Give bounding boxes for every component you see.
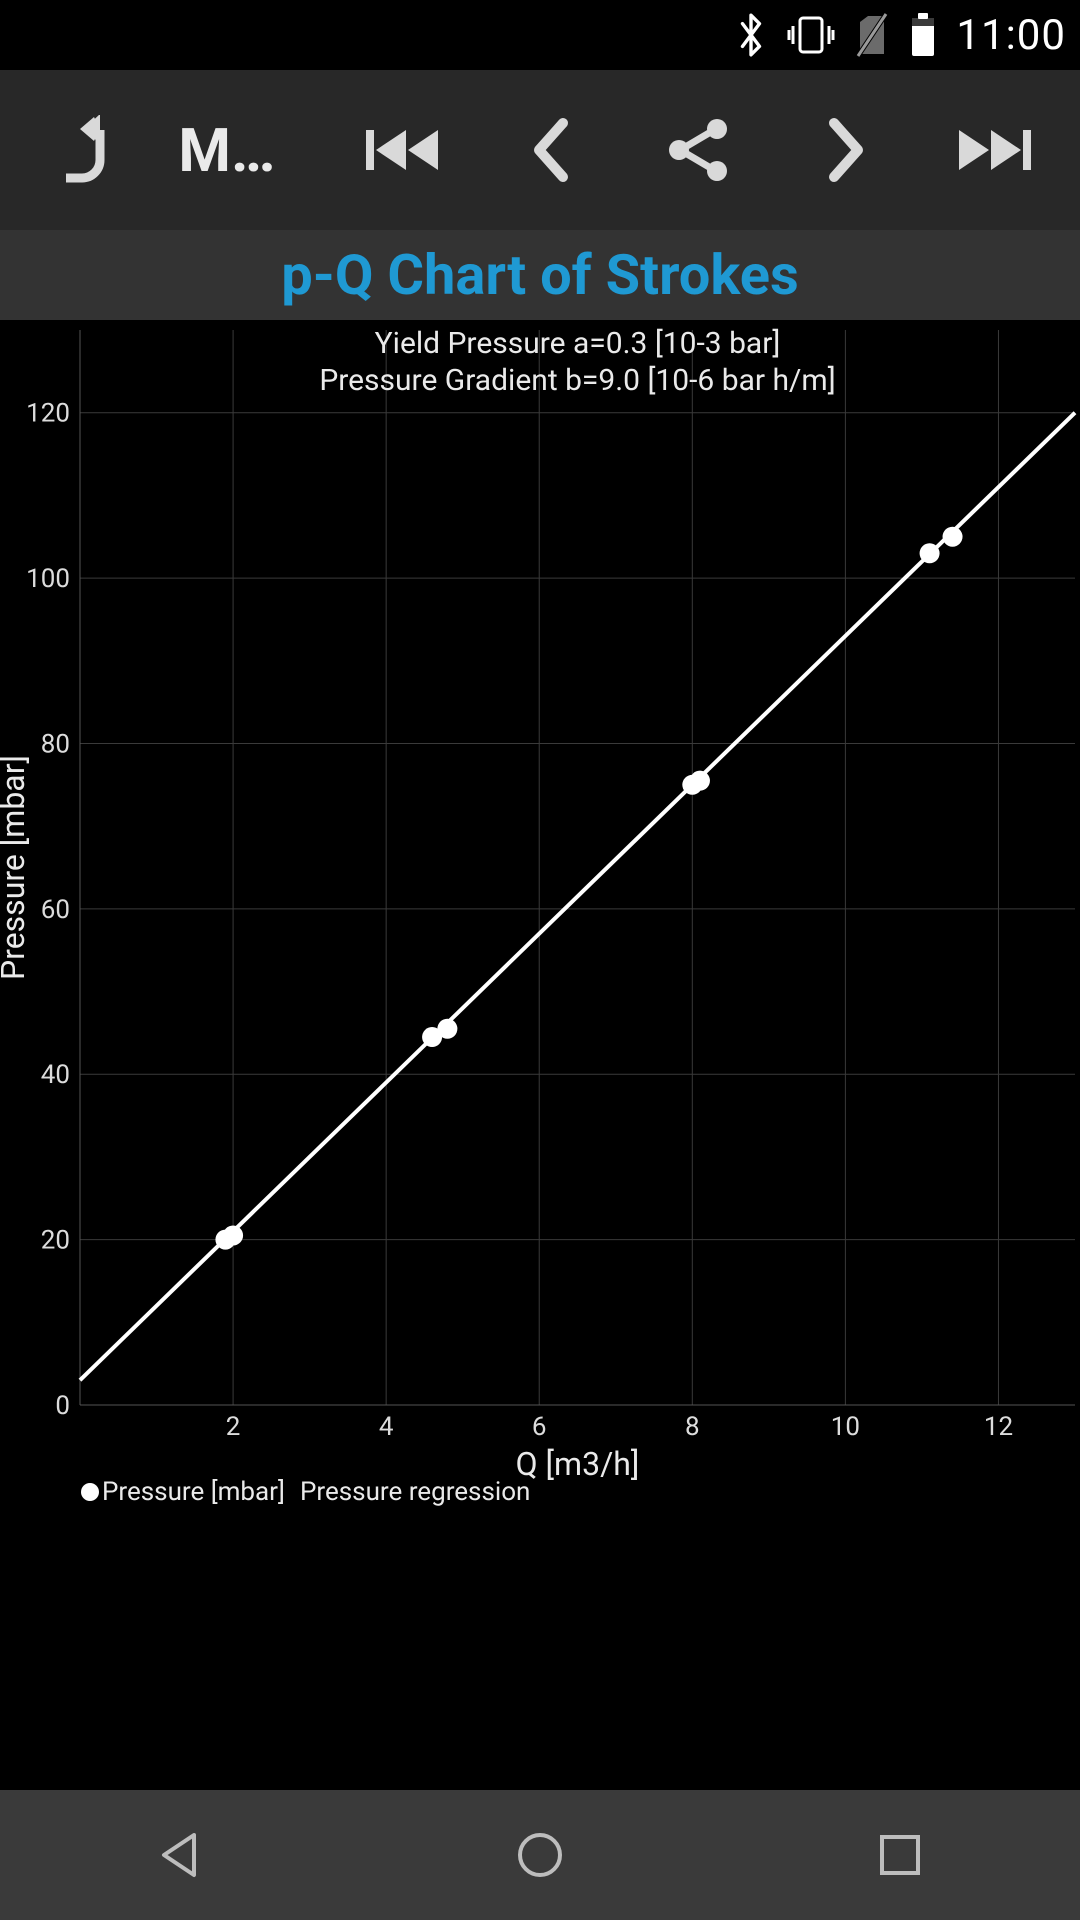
legend-marker-points (81, 1483, 99, 1501)
battery-icon (908, 12, 938, 58)
status-time: 11:00 (956, 11, 1066, 60)
page-title: p-Q Chart of Strokes (281, 242, 798, 308)
skip-back-button[interactable] (347, 100, 457, 200)
app-toolbar: M… (0, 70, 1080, 230)
y-tick-label: 40 (41, 1060, 70, 1090)
no-sim-icon (854, 12, 890, 58)
nav-home-button[interactable] (440, 1805, 640, 1905)
x-tick-label: 12 (984, 1412, 1013, 1442)
y-tick-label: 120 (26, 399, 70, 429)
chart-subtitle-2: Pressure Gradient b=9.0 [10-6 bar h/m] (319, 363, 835, 398)
y-tick-label: 60 (41, 895, 70, 925)
y-tick-label: 100 (26, 564, 70, 594)
back-button[interactable] (30, 100, 140, 200)
data-point (943, 527, 963, 547)
y-tick-label: 20 (41, 1226, 70, 1256)
x-tick-label: 8 (685, 1412, 700, 1442)
x-tick-label: 2 (226, 1412, 241, 1442)
pq-chart[interactable]: 24681012020406080100120Yield Pressure a=… (0, 320, 1080, 1520)
x-tick-label: 10 (831, 1412, 860, 1442)
x-tick-label: 4 (379, 1412, 394, 1442)
data-point (690, 771, 710, 791)
prev-button[interactable] (495, 100, 605, 200)
y-tick-label: 80 (41, 729, 70, 759)
legend-label-line: Pressure regression (300, 1477, 530, 1507)
data-point (920, 543, 940, 563)
y-axis-label: Pressure [mbar] (0, 755, 32, 980)
vibrate-icon (786, 12, 836, 58)
menu-label[interactable]: M… (178, 115, 308, 186)
skip-forward-button[interactable] (940, 100, 1050, 200)
chart-container: 24681012020406080100120Yield Pressure a=… (0, 320, 1080, 1810)
y-tick-label: 0 (55, 1391, 70, 1421)
bluetooth-icon (734, 12, 768, 58)
legend-label-points: Pressure [mbar] (102, 1477, 285, 1507)
share-button[interactable] (643, 100, 753, 200)
system-nav-bar (0, 1790, 1080, 1920)
chart-subtitle-1: Yield Pressure a=0.3 [10-3 bar] (375, 326, 781, 361)
status-bar: 11:00 (0, 0, 1080, 70)
data-point (437, 1019, 457, 1039)
nav-recent-button[interactable] (800, 1805, 1000, 1905)
page-title-bar: p-Q Chart of Strokes (0, 230, 1080, 320)
x-tick-label: 6 (532, 1412, 547, 1442)
next-button[interactable] (792, 100, 902, 200)
data-point (223, 1225, 243, 1245)
x-axis-label: Q [m3/h] (516, 1445, 640, 1483)
nav-back-button[interactable] (80, 1805, 280, 1905)
